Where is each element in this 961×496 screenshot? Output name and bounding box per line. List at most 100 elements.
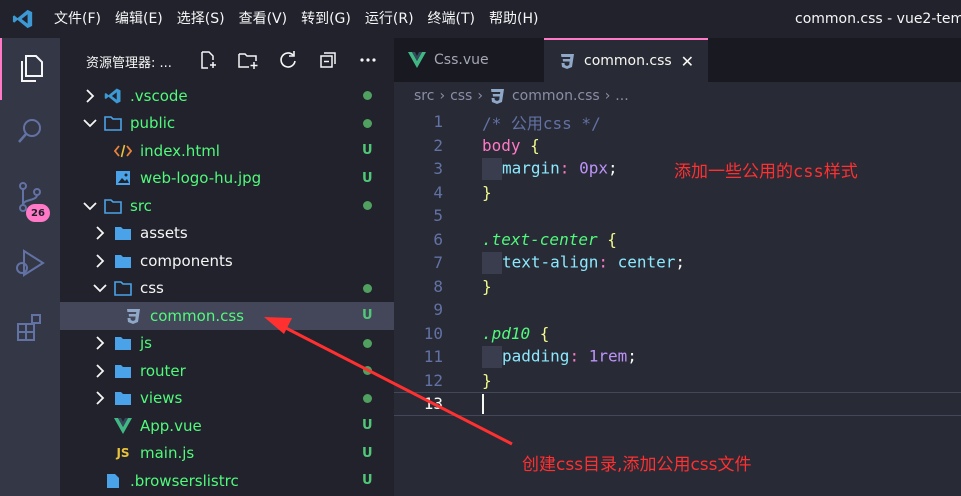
text-cursor	[482, 393, 484, 414]
code-line: 5	[394, 204, 961, 228]
colon: :	[598, 252, 618, 272]
refresh-button[interactable]	[268, 48, 308, 72]
activity-run-debug[interactable]	[0, 232, 60, 294]
tree-item-src[interactable]: src	[60, 192, 394, 220]
line-number: 10	[423, 323, 443, 343]
activity-source-control[interactable]: 26	[0, 166, 60, 228]
semicolon: ;	[675, 252, 686, 272]
menu-bar: 文件(F) 编辑(E) 选择(S) 查看(V) 转到(G) 运行(R) 终端(T…	[46, 0, 545, 38]
code-text: text-align: center;	[482, 251, 686, 274]
line-number: 3	[433, 159, 443, 179]
code-line: 2 body {	[394, 134, 961, 158]
brace: {	[530, 323, 550, 343]
menu-go[interactable]: 转到(G)	[294, 0, 358, 38]
tree-item-public[interactable]: public	[60, 110, 394, 138]
line-number: 13	[423, 394, 443, 414]
css-file-icon	[124, 307, 142, 325]
semicolon: ;	[607, 158, 618, 178]
run-debug-icon	[16, 249, 45, 277]
new-folder-button[interactable]	[228, 48, 268, 72]
code-text: .text-center {	[482, 230, 617, 249]
activity-explorer[interactable]	[0, 38, 60, 100]
folder-icon	[114, 252, 132, 270]
indent-guide	[482, 251, 502, 274]
menu-edit[interactable]: 编辑(E)	[108, 0, 170, 38]
breadcrumb-file[interactable]: common.css	[488, 87, 600, 105]
tree-item-label: router	[140, 361, 186, 380]
breadcrumb-src[interactable]: src	[414, 88, 434, 104]
selector: body	[482, 135, 521, 155]
close-icon[interactable]: ✕	[681, 52, 694, 71]
collapse-all-button[interactable]	[308, 48, 348, 72]
code-line: 10 .pd10 {	[394, 322, 961, 346]
code-line: 7 text-align: center;	[394, 251, 961, 275]
tree-item-views[interactable]: views	[60, 385, 394, 413]
line-number: 12	[423, 370, 443, 390]
chevron-right-icon: ›	[604, 88, 611, 104]
line-number: 6	[433, 229, 443, 249]
untracked-badge: U	[362, 170, 373, 186]
folder-open-icon	[114, 279, 132, 297]
line-number: 9	[433, 300, 443, 320]
tree-item-label: web-logo-hu.jpg	[140, 169, 262, 188]
breadcrumb-css[interactable]: css	[450, 88, 472, 104]
scm-badge: 26	[26, 204, 50, 222]
tree-item-web-logo[interactable]: web-logo-hu.jpg U	[60, 165, 394, 193]
new-folder-icon	[238, 53, 258, 69]
activity-bar: 26	[0, 38, 60, 496]
tree-item-index-html[interactable]: index.html U	[60, 137, 394, 165]
tab-common-css[interactable]: common.css ✕	[544, 38, 708, 82]
config-file-icon	[104, 472, 122, 490]
tree-item-assets[interactable]: assets	[60, 220, 394, 248]
chevron-right-icon	[92, 253, 108, 269]
code-editor[interactable]: 1 /* 公用css */ 2 body { 3 margin: 0px; 4 …	[394, 110, 961, 496]
modified-dot	[363, 393, 372, 403]
activity-search[interactable]	[0, 100, 60, 162]
code-line: 6 .text-center {	[394, 228, 961, 252]
menu-run[interactable]: 运行(R)	[358, 0, 421, 38]
css-file-icon	[490, 89, 504, 104]
tree-item-main-js[interactable]: JS main.js U	[60, 440, 394, 468]
tab-label: Css.vue	[434, 52, 489, 68]
code-text: padding: 1rem;	[482, 345, 637, 368]
modified-dot	[363, 118, 372, 128]
image-file-icon	[114, 169, 132, 187]
chevron-right-icon	[92, 390, 108, 406]
tree-item-app-vue[interactable]: App.vue U	[60, 412, 394, 440]
menu-terminal[interactable]: 终端(T)	[421, 0, 482, 38]
indent-guide	[482, 157, 502, 180]
annotation-dir-note: 创建css目录,添加公用css文件	[522, 455, 752, 475]
tree-item-router[interactable]: router	[60, 357, 394, 385]
code-text: }	[482, 182, 492, 202]
tab-css-vue[interactable]: Css.vue	[394, 38, 544, 82]
css-file-icon	[558, 52, 576, 70]
activity-extensions[interactable]	[0, 296, 60, 358]
tree-item-label: js	[140, 334, 152, 353]
line-number: 8	[433, 276, 443, 296]
chevron-right-icon: ›	[477, 88, 483, 104]
tree-item-label: main.js	[140, 444, 195, 463]
tree-item-vscode[interactable]: .vscode	[60, 82, 394, 110]
tree-item-label: .vscode	[130, 86, 188, 105]
tree-item-css[interactable]: css	[60, 275, 394, 303]
breadcrumb-more[interactable]: ...	[615, 88, 628, 104]
explorer-header: 资源管理器: ...	[60, 38, 394, 82]
chevron-right-icon	[82, 88, 98, 104]
code-text: body {	[482, 136, 540, 155]
tree-item-common-css[interactable]: common.css U	[60, 302, 394, 330]
menu-view[interactable]: 查看(V)	[232, 0, 295, 38]
tree-item-label: index.html	[140, 141, 220, 160]
new-file-button[interactable]	[188, 48, 228, 72]
tree-item-label: css	[140, 279, 164, 298]
more-actions-button[interactable]	[348, 48, 388, 72]
tree-item-components[interactable]: components	[60, 247, 394, 275]
menu-help[interactable]: 帮助(H)	[482, 0, 545, 38]
menu-file[interactable]: 文件(F)	[46, 0, 108, 38]
line-number: 2	[433, 135, 443, 155]
tree-item-label: .browserslistrc	[130, 471, 239, 490]
folder-icon	[114, 224, 132, 242]
menu-selection[interactable]: 选择(S)	[170, 0, 232, 38]
tree-item-browserslistrc[interactable]: .browserslistrc U	[60, 467, 394, 495]
property: padding	[502, 346, 570, 366]
tree-item-js[interactable]: js	[60, 330, 394, 358]
